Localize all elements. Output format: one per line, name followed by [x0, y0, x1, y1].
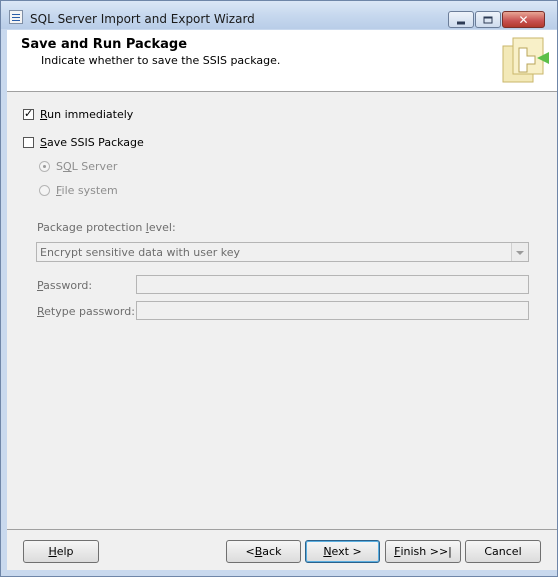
wizard-footer: Help < Back Next > Finish >>| Cancel — [7, 529, 557, 570]
checkbox-box[interactable] — [23, 107, 34, 120]
retype-password-label: Retype password: — [37, 305, 135, 318]
window-title: SQL Server Import and Export Wizard — [30, 12, 255, 26]
close-button[interactable]: ✕ — [502, 11, 545, 28]
protection-level-label: Package protection level: — [37, 221, 176, 234]
maximize-button[interactable] — [475, 11, 501, 28]
sql-server-label: SQL Server — [56, 160, 118, 173]
back-button[interactable]: < Back — [226, 540, 301, 563]
wizard-package-icon — [502, 37, 549, 83]
chevron-down-icon[interactable] — [511, 243, 528, 261]
save-ssis-package-checkbox[interactable]: Save SSIS Package — [23, 136, 144, 149]
radio-button[interactable] — [39, 161, 50, 172]
page-title: Save and Run Package — [21, 37, 188, 52]
wizard-window: SQL Server Import and Export Wizard ✕ Sa… — [0, 0, 558, 577]
maximize-icon — [483, 16, 493, 23]
minimize-icon — [457, 21, 465, 24]
run-immediately-checkbox[interactable]: Run immediately — [23, 107, 134, 121]
radio-button[interactable] — [39, 185, 50, 196]
retype-password-field[interactable] — [136, 301, 529, 320]
cancel-button[interactable]: Cancel — [465, 540, 541, 563]
page-subtitle: Indicate whether to save the SSIS packag… — [41, 54, 281, 67]
protection-level-value: Encrypt sensitive data with user key — [40, 246, 241, 259]
page-header: Save and Run Package Indicate whether to… — [7, 30, 557, 92]
minimize-button[interactable] — [448, 11, 474, 28]
file-system-label: File system — [56, 184, 118, 197]
file-system-radio[interactable]: File system — [39, 184, 118, 197]
help-button[interactable]: Help — [23, 540, 99, 563]
password-label: Password: — [37, 279, 93, 292]
title-bar[interactable]: SQL Server Import and Export Wizard ✕ — [1, 1, 557, 29]
save-ssis-package-label: Save SSIS Package — [40, 136, 144, 149]
checkbox-box[interactable] — [23, 137, 34, 148]
password-field[interactable] — [136, 275, 529, 294]
finish-button[interactable]: Finish >>| — [385, 540, 461, 563]
run-immediately-label: Run immediately — [40, 108, 134, 121]
wizard-body: Run immediately Save SSIS Package SQL Se… — [7, 92, 557, 529]
sql-server-radio[interactable]: SQL Server — [39, 160, 117, 173]
protection-level-dropdown[interactable]: Encrypt sensitive data with user key — [36, 242, 529, 262]
app-icon — [9, 10, 23, 24]
close-icon: ✕ — [518, 12, 529, 27]
next-button[interactable]: Next > — [305, 540, 380, 563]
